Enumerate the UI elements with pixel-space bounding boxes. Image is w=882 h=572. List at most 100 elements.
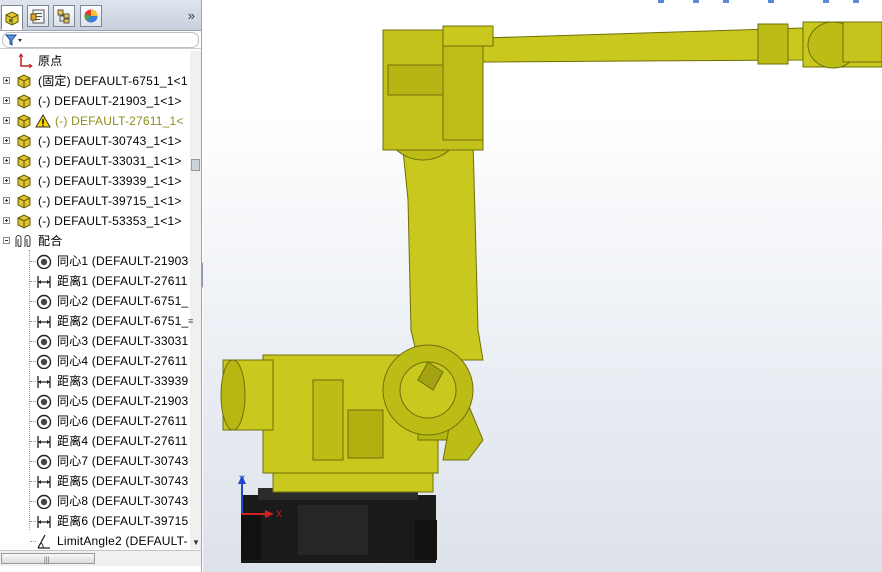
- tree-filter-field[interactable]: [2, 32, 199, 48]
- tree-item-component[interactable]: (-) DEFAULT-33939_1<1>: [0, 171, 190, 191]
- tab-display-manager[interactable]: [80, 5, 102, 27]
- tree-item-label: (-) DEFAULT-33939_1<1>: [38, 174, 182, 188]
- tree-filter-bar: [0, 31, 201, 49]
- tree-item-component[interactable]: (固定) DEFAULT-6751_1<1: [0, 71, 190, 91]
- distance-mate-icon: [37, 316, 51, 328]
- concentric-mate-icon: [36, 334, 52, 349]
- tree-item-mate[interactable]: LimitAngle2 (DEFAULT-: [0, 531, 190, 549]
- tree-item-mates-folder[interactable]: 配合: [0, 231, 190, 251]
- concentric-mate-icon: [36, 294, 52, 309]
- tree-item-label: (-) DEFAULT-53353_1<1>: [38, 214, 182, 228]
- tree-item-label: 同心7 (DEFAULT-30743: [57, 454, 189, 468]
- component-icon: [17, 134, 31, 149]
- configuration-manager-icon: [57, 9, 70, 24]
- tree-horizontal-scrollbar[interactable]: |||: [0, 550, 201, 566]
- tree-item-mate[interactable]: 同心5 (DEFAULT-21903: [0, 391, 190, 411]
- tree-item-label: 同心8 (DEFAULT-30743: [57, 494, 189, 508]
- expand-chevron-icon[interactable]: »: [188, 8, 195, 23]
- concentric-mate-icon: [36, 414, 52, 429]
- tree-item-label: 距离5 (DEFAULT-30743: [57, 474, 189, 488]
- component-icon: [17, 154, 31, 169]
- scroll-thumb[interactable]: |||: [1, 553, 95, 564]
- tab-feature-manager[interactable]: [1, 5, 23, 30]
- robot-wrist: [802, 21, 882, 69]
- graphics-viewport[interactable]: X Y: [203, 0, 882, 572]
- origin-icon: [18, 53, 33, 69]
- industrial-robot-arm-model[interactable]: [203, 0, 882, 572]
- expand-toggle[interactable]: [3, 97, 10, 104]
- tree-item-label: 同心4 (DEFAULT-27611: [57, 354, 188, 368]
- scroll-grip-icon: |||: [44, 557, 50, 564]
- tree-item-component[interactable]: (-) DEFAULT-30743_1<1>: [0, 131, 190, 151]
- display-manager-icon: [84, 9, 98, 23]
- tree-item-mate[interactable]: 距离3 (DEFAULT-33939: [0, 371, 190, 391]
- tree-item-label: LimitAngle2 (DEFAULT-: [57, 534, 188, 548]
- concentric-mate-icon: [36, 494, 52, 509]
- tree-item-label: 原点: [38, 54, 63, 68]
- tree-item-origin[interactable]: 原点: [0, 51, 190, 71]
- tree-item-label: 同心5 (DEFAULT-21903: [57, 394, 189, 408]
- tree-item-component[interactable]: (-) DEFAULT-21903_1<1>: [0, 91, 190, 111]
- tree-item-mate[interactable]: 同心8 (DEFAULT-30743: [0, 491, 190, 511]
- scroll-thumb[interactable]: [191, 159, 200, 171]
- tree-item-mate[interactable]: 距离4 (DEFAULT-27611: [0, 431, 190, 451]
- tree-item-component[interactable]: (-) DEFAULT-33031_1<1>: [0, 151, 190, 171]
- robot-upper-arm: [382, 23, 804, 151]
- expand-toggle[interactable]: [3, 117, 10, 124]
- tree-item-mate[interactable]: 同心7 (DEFAULT-30743: [0, 451, 190, 471]
- tree-item-mate[interactable]: 同心3 (DEFAULT-33031: [0, 331, 190, 351]
- distance-mate-icon: [37, 476, 51, 488]
- tree-item-label: (-) DEFAULT-21903_1<1>: [38, 94, 182, 108]
- tab-configuration-manager[interactable]: [53, 5, 75, 27]
- feature-manager-panel: » 原点 (固定) DEFAULT-6751_1<1 (-) DEFAULT-21…: [0, 0, 202, 572]
- warning-icon: [35, 114, 51, 128]
- tree-item-mate[interactable]: 距离1 (DEFAULT-27611: [0, 271, 190, 291]
- property-manager-icon: [30, 9, 45, 24]
- tree-item-mate[interactable]: 距离5 (DEFAULT-30743: [0, 471, 190, 491]
- tree-item-component[interactable]: (-) DEFAULT-27611_1<: [0, 111, 190, 131]
- limit-angle-mate-icon: [37, 534, 50, 549]
- tree-item-label: 距离4 (DEFAULT-27611: [57, 434, 188, 448]
- splitter-grip-icon[interactable]: ≡: [188, 316, 193, 326]
- panel-tab-bar: »: [0, 0, 201, 31]
- collapse-toggle[interactable]: [3, 237, 10, 244]
- concentric-mate-icon: [36, 394, 52, 409]
- tree-item-component[interactable]: (-) DEFAULT-53353_1<1>: [0, 211, 190, 231]
- tree-item-mate[interactable]: 同心6 (DEFAULT-27611: [0, 411, 190, 431]
- component-icon: [17, 74, 31, 89]
- expand-toggle[interactable]: [3, 197, 10, 204]
- tree-item-label: 同心2 (DEFAULT-6751_: [57, 294, 189, 308]
- scroll-down-arrow-icon[interactable]: ▼: [192, 538, 200, 547]
- tree-item-component[interactable]: (-) DEFAULT-39715_1<1>: [0, 191, 190, 211]
- expand-toggle[interactable]: [3, 157, 10, 164]
- expand-toggle[interactable]: [3, 77, 10, 84]
- tree-item-label: 同心3 (DEFAULT-33031: [57, 334, 189, 348]
- tree-item-label: 距离6 (DEFAULT-39715: [57, 514, 189, 528]
- triad-y-label: Y: [239, 474, 245, 484]
- tab-property-manager[interactable]: [27, 5, 49, 27]
- tree-vertical-scrollbar[interactable]: ▼: [190, 51, 201, 549]
- mates-icon: [15, 235, 31, 247]
- distance-mate-icon: [37, 276, 51, 288]
- filter-icon[interactable]: [5, 34, 23, 46]
- tree-item-label: 距离1 (DEFAULT-27611: [57, 274, 188, 288]
- component-icon: [17, 194, 31, 209]
- tree-item-mate[interactable]: 同心1 (DEFAULT-21903: [0, 251, 190, 271]
- feature-tree: 原点 (固定) DEFAULT-6751_1<1 (-) DEFAULT-2190…: [0, 51, 190, 549]
- distance-mate-icon: [37, 376, 51, 388]
- expand-toggle[interactable]: [3, 217, 10, 224]
- expand-toggle[interactable]: [3, 137, 10, 144]
- expand-toggle[interactable]: [3, 177, 10, 184]
- tree-item-mate[interactable]: 距离6 (DEFAULT-39715: [0, 511, 190, 531]
- concentric-mate-icon: [36, 254, 52, 269]
- tree-item-label: 距离2 (DEFAULT-6751_: [57, 314, 189, 328]
- component-icon: [17, 94, 31, 109]
- triad-x-label: X: [276, 509, 282, 519]
- tree-item-mate[interactable]: 同心2 (DEFAULT-6751_: [0, 291, 190, 311]
- tree-item-label: (-) DEFAULT-30743_1<1>: [38, 134, 182, 148]
- distance-mate-icon: [37, 516, 51, 528]
- concentric-mate-icon: [36, 354, 52, 369]
- tree-item-mate[interactable]: 距离2 (DEFAULT-6751_: [0, 311, 190, 331]
- tree-item-label: (固定) DEFAULT-6751_1<1: [38, 74, 188, 88]
- tree-item-mate[interactable]: 同心4 (DEFAULT-27611: [0, 351, 190, 371]
